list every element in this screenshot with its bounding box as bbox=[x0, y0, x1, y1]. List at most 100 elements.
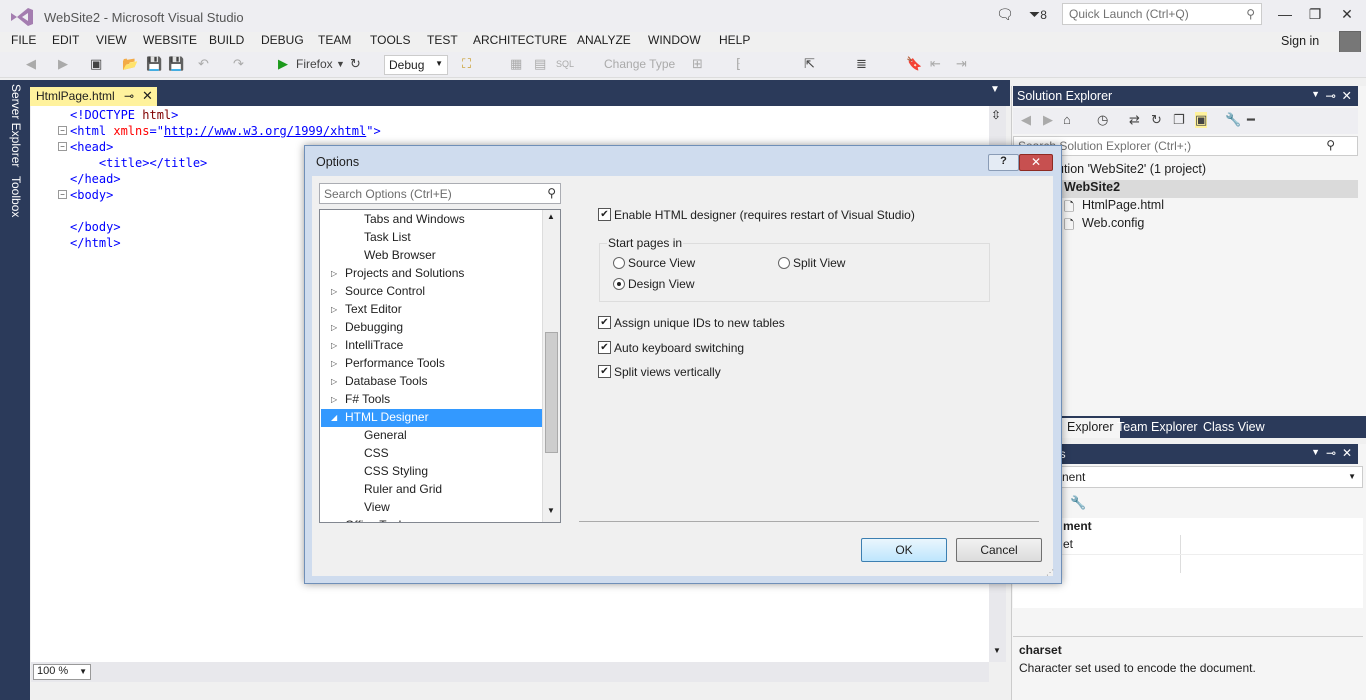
menu-help[interactable]: HELP bbox=[719, 33, 750, 47]
options-tree-item[interactable]: CSS Styling bbox=[364, 464, 428, 478]
tab-htmlpage[interactable]: HtmlPage.html ⊸ ✕ bbox=[30, 87, 157, 106]
file-node[interactable]: Web.config bbox=[1082, 216, 1144, 230]
change-type-button[interactable]: Change Type bbox=[604, 57, 675, 71]
menu-test[interactable]: TEST bbox=[427, 33, 458, 47]
save-icon[interactable]: 💾 bbox=[146, 56, 162, 72]
expand-arrow-icon[interactable]: ▷ bbox=[331, 521, 337, 522]
bookmark-icon[interactable]: 🔖 bbox=[906, 56, 922, 72]
prev-bookmark-icon[interactable]: ⇤ bbox=[930, 56, 941, 72]
collapse-icon[interactable]: − bbox=[58, 126, 67, 135]
notifications-icon[interactable]: ⏷8 bbox=[1029, 6, 1047, 23]
sync-icon[interactable]: ⇄ bbox=[1129, 112, 1140, 128]
ok-button[interactable]: OK bbox=[861, 538, 947, 562]
options-tree-item[interactable]: HTML Designer bbox=[345, 410, 429, 424]
options-tree-item[interactable]: Debugging bbox=[345, 320, 403, 334]
back-icon[interactable]: ◀ bbox=[1021, 112, 1031, 128]
tab-class-view[interactable]: Class View bbox=[1197, 418, 1271, 438]
options-tree-item[interactable]: Projects and Solutions bbox=[345, 266, 464, 280]
project-node[interactable]: WebSite2 bbox=[1064, 180, 1120, 194]
editor-horizontal-scrollbar[interactable] bbox=[31, 662, 989, 682]
bracket-icon[interactable]: ⁅ bbox=[736, 56, 741, 72]
next-bookmark-icon[interactable]: ⇥ bbox=[956, 56, 967, 72]
chevron-down-icon[interactable]: ▼ bbox=[336, 59, 345, 69]
forward-icon[interactable]: ▶ bbox=[58, 56, 68, 72]
expand-arrow-icon[interactable]: ▷ bbox=[331, 395, 337, 404]
expand-arrow-icon[interactable]: ▷ bbox=[331, 341, 337, 350]
options-tree-item[interactable]: CSS bbox=[364, 446, 389, 460]
options-tree-scrollbar[interactable]: ▲ ▼ bbox=[542, 210, 560, 522]
menu-analyze[interactable]: ANALYZE bbox=[577, 33, 631, 47]
expand-arrow-icon[interactable]: ▷ bbox=[331, 359, 337, 368]
close-icon[interactable]: ✕ bbox=[1342, 88, 1352, 103]
options-tree-item[interactable]: F# Tools bbox=[345, 392, 390, 406]
enable-html-designer-checkbox[interactable]: ✔ bbox=[598, 208, 611, 221]
show-all-files-icon[interactable]: ▣ bbox=[1195, 112, 1208, 128]
menu-tools[interactable]: TOOLS bbox=[370, 33, 410, 47]
comment-icon[interactable]: ⇱ bbox=[804, 56, 815, 72]
auto-keyboard-checkbox[interactable]: ✔ bbox=[598, 341, 611, 354]
quick-launch-input[interactable]: Quick Launch (Ctrl+Q) ⚲ bbox=[1062, 3, 1262, 25]
options-tree-item[interactable]: Tabs and Windows bbox=[364, 212, 465, 226]
menu-architecture[interactable]: ARCHITECTURE bbox=[473, 33, 567, 47]
options-search-input[interactable]: Search Options (Ctrl+E) ⚲ bbox=[319, 183, 561, 204]
grid-icon[interactable]: ▦ bbox=[510, 56, 522, 72]
close-window-button[interactable]: ✕ bbox=[1330, 3, 1364, 25]
options-tree-item[interactable]: Performance Tools bbox=[345, 356, 445, 370]
expanded-arrow-icon[interactable]: ◢ bbox=[331, 413, 337, 422]
toolbox-tab[interactable]: Toolbox bbox=[9, 176, 23, 217]
feedback-icon[interactable]: 🗨 bbox=[996, 6, 1014, 23]
redo-icon[interactable]: ↷ bbox=[233, 56, 244, 72]
chevron-down-icon[interactable]: ▼ bbox=[1311, 89, 1320, 99]
refresh-icon[interactable]: ↻ bbox=[1151, 112, 1162, 128]
options-tree-item[interactable]: Text Editor bbox=[345, 302, 402, 316]
indent-icon[interactable]: ≣ bbox=[856, 56, 867, 72]
minimize-button[interactable]: — bbox=[1268, 3, 1302, 25]
split-view-radio[interactable] bbox=[778, 257, 790, 269]
resize-grip-icon[interactable]: ⋰ bbox=[1046, 568, 1054, 577]
expand-arrow-icon[interactable]: ▷ bbox=[331, 377, 337, 386]
solution-search-input[interactable]: Search Solution Explorer (Ctrl+;) ⚲ bbox=[1013, 136, 1358, 156]
options-tree-item[interactable]: Source Control bbox=[345, 284, 425, 298]
options-tree-item[interactable]: View bbox=[364, 500, 390, 514]
close-icon[interactable]: ✕ bbox=[142, 88, 153, 104]
design-view-radio[interactable] bbox=[613, 278, 625, 290]
close-icon[interactable]: ✕ bbox=[1342, 446, 1352, 460]
property-pages-icon[interactable]: 🔧 bbox=[1070, 495, 1086, 511]
save-all-icon[interactable]: 💾 bbox=[168, 56, 184, 72]
options-tree-item[interactable]: General bbox=[364, 428, 407, 442]
forward-icon[interactable]: ▶ bbox=[1043, 112, 1053, 128]
solution-node[interactable]: ution 'WebSite2' (1 project) bbox=[1057, 162, 1206, 176]
group-by-icon[interactable]: ⊞ bbox=[692, 56, 703, 72]
properties-icon[interactable]: 🔧 bbox=[1225, 112, 1241, 128]
zoom-select[interactable]: 100 % ▼ bbox=[33, 664, 91, 680]
help-button[interactable]: ? bbox=[988, 154, 1019, 171]
undo-icon[interactable]: ↶ bbox=[198, 56, 209, 72]
cancel-button[interactable]: Cancel bbox=[956, 538, 1042, 562]
menu-build[interactable]: BUILD bbox=[209, 33, 244, 47]
pin-icon[interactable]: ⊸ bbox=[124, 89, 134, 103]
avatar[interactable] bbox=[1339, 31, 1361, 53]
menu-file[interactable]: FILE bbox=[11, 33, 36, 47]
options-tree-item[interactable]: Office Tools bbox=[345, 518, 407, 522]
scroll-up-icon[interactable]: ▲ bbox=[547, 212, 555, 221]
options-tree-item[interactable]: Web Browser bbox=[364, 248, 436, 262]
back-icon[interactable]: ◀ bbox=[26, 56, 36, 72]
chevron-down-icon[interactable]: ▼ bbox=[1311, 447, 1320, 457]
pin-icon[interactable]: ⊸ bbox=[1326, 88, 1336, 103]
server-explorer-tab[interactable]: Server Explorer bbox=[9, 84, 23, 167]
new-project-icon[interactable]: ▣ bbox=[90, 56, 102, 72]
sql-icon[interactable]: SQL bbox=[556, 59, 574, 69]
expand-arrow-icon[interactable]: ▷ bbox=[331, 305, 337, 314]
assign-ids-checkbox[interactable]: ✔ bbox=[598, 316, 611, 329]
chevron-down-icon[interactable]: ▼ bbox=[990, 84, 1000, 95]
refresh-icon[interactable]: ↻ bbox=[350, 56, 361, 72]
source-view-radio[interactable] bbox=[613, 257, 625, 269]
open-file-icon[interactable]: 📂 bbox=[122, 56, 138, 72]
menu-view[interactable]: VIEW bbox=[96, 33, 127, 47]
split-views-checkbox[interactable]: ✔ bbox=[598, 365, 611, 378]
collapse-all-icon[interactable]: ❐ bbox=[1173, 112, 1185, 128]
options-tree-item[interactable]: Database Tools bbox=[345, 374, 428, 388]
expand-arrow-icon[interactable]: ▷ bbox=[331, 287, 337, 296]
start-debug-icon[interactable]: ▶ bbox=[278, 56, 288, 72]
collapse-icon[interactable]: − bbox=[58, 142, 67, 151]
